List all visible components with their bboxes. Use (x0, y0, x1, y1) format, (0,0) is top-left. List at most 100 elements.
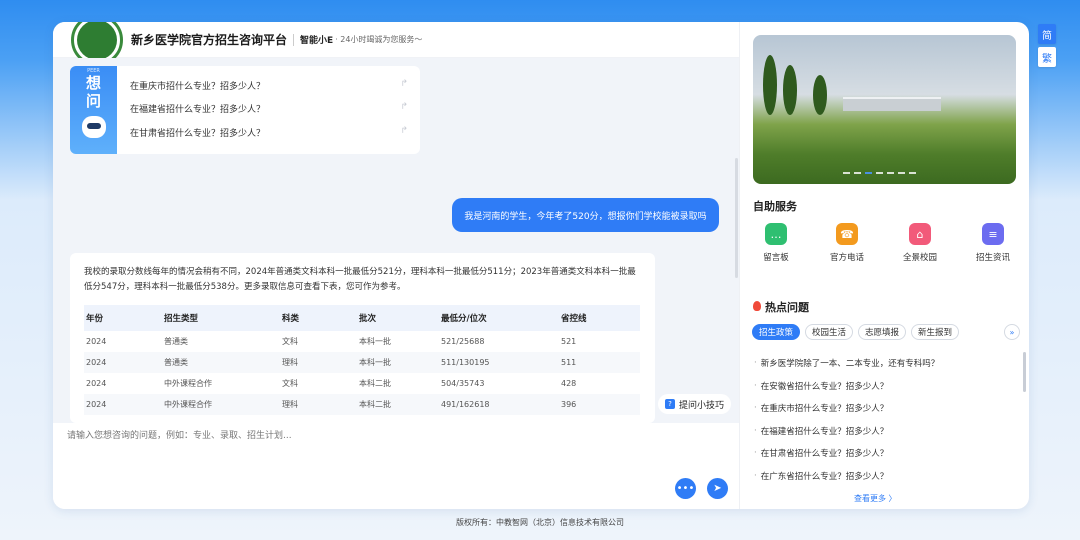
table-cell: 2024 (86, 379, 107, 388)
column-header: 省控线 (559, 305, 640, 331)
table-cell: 普通类 (164, 337, 188, 346)
service-label: 招生资讯 (975, 253, 1010, 263)
message-board-icon: … (765, 223, 787, 245)
view-more-link[interactable]: 查看更多 〉 (854, 493, 897, 504)
table-header-row: 年份 招生类型 科类 批次 最低分/位次 省控线 (84, 305, 640, 331)
carousel-dot[interactable] (909, 172, 916, 174)
tips-label: 提问小技巧 (678, 400, 724, 411)
suggested-question-text: 在甘肃省招什么专业？招多少人？ (130, 129, 266, 139)
list-item[interactable]: 在安徽省招什么专业？招多少人？ (754, 375, 1024, 398)
phone-icon: ☎ (836, 223, 858, 245)
table-cell: 本科一批 (357, 352, 439, 373)
carousel-dot[interactable] (898, 172, 905, 174)
question-input[interactable] (67, 429, 667, 443)
simplified-chinese-button[interactable]: 简 (1038, 24, 1056, 44)
tab-campus-life[interactable]: 校园生活 (805, 324, 854, 340)
hot-question-tabs: 招生政策 校园生活 志愿填报 新生报到 (752, 324, 960, 340)
chat-panel: 新乡医学院官方招生咨询平台 智能小E · 24小时竭诚为您服务～ PEER 想 … (53, 22, 739, 509)
suggested-question[interactable]: 在重庆市招什么专业？招多少人？ (130, 79, 410, 92)
footer-copyright: 版权所有：中教智网（北京）信息技术有限公司 (456, 518, 624, 527)
column-header: 年份 (84, 305, 162, 331)
services-title: 自助服务 (753, 200, 797, 213)
send-button[interactable]: ➤ (707, 478, 728, 499)
carousel-dot[interactable] (887, 172, 894, 174)
send-arrow-icon[interactable]: ↱ (400, 126, 408, 136)
suggested-question[interactable]: 在甘肃省招什么专业？招多少人？ (130, 126, 410, 139)
table-cell: 396 (559, 394, 640, 415)
ask-banner-char-2: 问 (85, 92, 101, 110)
list-item[interactable]: 在甘肃省招什么专业？招多少人？ (754, 442, 1024, 465)
service-admission-news[interactable]: ≡ 招生资讯 (963, 223, 1023, 263)
hot-list-scrollbar[interactable] (1023, 352, 1026, 392)
table-cell: 文科 (282, 379, 298, 388)
service-panorama-campus[interactable]: ⌂ 全景校园 (890, 223, 950, 263)
table-cell: 504/35743 (441, 379, 485, 388)
admission-table: 年份 招生类型 科类 批次 最低分/位次 省控线 2024 普通类 文科 本科一… (84, 305, 640, 415)
list-item[interactable]: 在重庆市招什么专业？招多少人？ (754, 397, 1024, 420)
column-header: 招生类型 (162, 305, 280, 331)
suggested-question-text: 在福建省招什么专业？招多少人？ (130, 105, 266, 115)
main-card: 新乡医学院官方招生咨询平台 智能小E · 24小时竭诚为您服务～ PEER 想 … (53, 22, 1029, 509)
carousel-dot[interactable] (865, 172, 872, 174)
table-cell: 本科二批 (357, 394, 439, 415)
divider (293, 33, 295, 46)
chat-bubble-icon[interactable]: ••• (675, 478, 696, 499)
chat-scrollbar[interactable] (735, 158, 738, 278)
service-label: 全景校园 (902, 253, 937, 263)
hot-question-list: 新乡医学院除了一本、二本专业，还有专科吗？ 在安徽省招什么专业？招多少人？ 在重… (754, 352, 1024, 487)
table-row: 2024 普通类 理科 本科一批 511/130195 511 (84, 352, 640, 373)
table-cell: 521 (561, 337, 577, 346)
sidebar: 自助服务 … 留言板 ☎ 官方电话 ⌂ 全景校园 ≡ 招生资讯 热点问题 招生政… (739, 22, 1029, 509)
list-item[interactable]: 在广东省招什么专业？招多少人？ (754, 465, 1024, 488)
campus-icon: ⌂ (909, 223, 931, 245)
send-arrow-icon[interactable]: ↱ (400, 79, 408, 89)
suggested-question[interactable]: 在福建省招什么专业？招多少人？ (130, 102, 410, 115)
table-cell: 521/25688 (441, 337, 485, 346)
tab-admission-policy[interactable]: 招生政策 (752, 324, 801, 340)
table-row: 2024 中外课程合作 理科 本科二批 491/162618 396 (84, 394, 640, 415)
campus-building (843, 97, 941, 111)
service-label: 官方电话 (829, 253, 864, 263)
carousel-indicators[interactable] (843, 172, 916, 174)
bot-name: 智能小E (300, 36, 334, 46)
question-tips-button[interactable]: ? 提问小技巧 (657, 394, 731, 414)
tree (783, 65, 797, 115)
send-arrow-icon[interactable]: ↱ (400, 102, 408, 112)
ask-banner-char-1: 想 (85, 74, 101, 92)
header: 新乡医学院官方招生咨询平台 智能小E · 24小时竭诚为您服务～ (53, 22, 739, 66)
carousel-dot[interactable] (854, 172, 861, 174)
suggested-questions-card: PEER 想 问 在重庆市招什么专业？招多少人？ ↱ 在福建省招什么专业？招多少… (70, 66, 420, 154)
ask-banner: PEER 想 问 (70, 66, 117, 154)
ask-banner-tag: PEER (87, 68, 100, 74)
question-icon: ? (664, 399, 675, 409)
service-label: 留言板 (763, 253, 789, 263)
table-cell: 511 (559, 352, 640, 373)
fire-icon (753, 301, 761, 311)
table-cell: 2024 (86, 337, 107, 346)
tab-application[interactable]: 志愿填报 (858, 324, 907, 340)
list-item[interactable]: 在福建省招什么专业？招多少人？ (754, 420, 1024, 443)
table-cell: 文科 (282, 337, 298, 346)
table-cell: 普通类 (162, 352, 280, 373)
chat-area[interactable]: PEER 想 问 在重庆市招什么专业？招多少人？ ↱ 在福建省招什么专业？招多少… (53, 58, 739, 423)
service-message-board[interactable]: … 留言板 (746, 223, 806, 263)
table-cell: 理科 (280, 394, 357, 415)
traditional-chinese-button[interactable]: 繁 (1038, 47, 1056, 67)
table-cell: 491/162618 (439, 394, 559, 415)
table-cell: 理科 (280, 352, 357, 373)
table-cell: 中外课程合作 (162, 394, 280, 415)
list-item[interactable]: 新乡医学院除了一本、二本专业，还有专科吗？ (754, 352, 1024, 375)
table-cell: 2024 (84, 352, 162, 373)
service-official-phone[interactable]: ☎ 官方电话 (817, 223, 877, 263)
carousel-dot[interactable] (876, 172, 883, 174)
suggested-question-text: 在重庆市招什么专业？招多少人？ (130, 82, 266, 92)
tabs-next-icon[interactable]: » (1004, 324, 1020, 340)
user-message: 我是河南的学生，今年考了520分，想报你们学校能被录取吗 (452, 198, 719, 232)
hot-questions-title: 热点问题 (765, 301, 809, 314)
tree (813, 75, 827, 115)
column-header: 科类 (280, 305, 357, 331)
tab-enrollment[interactable]: 新生报到 (911, 324, 960, 340)
carousel-dot[interactable] (843, 172, 850, 174)
tree (763, 55, 777, 115)
campus-photo-carousel[interactable] (753, 35, 1016, 184)
